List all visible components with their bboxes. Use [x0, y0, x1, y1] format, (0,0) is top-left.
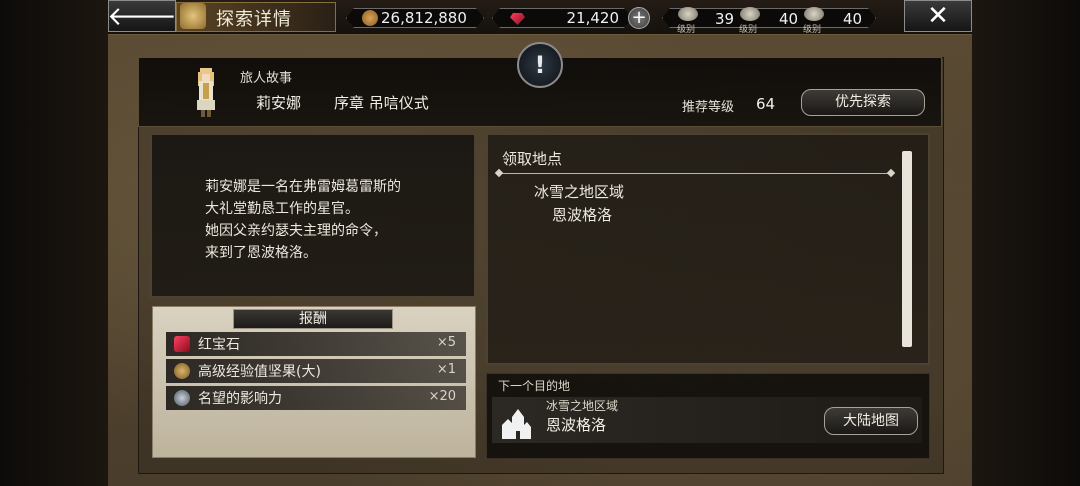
right-border: [970, 0, 1080, 486]
back-arrow-icon: 🡐: [107, 1, 177, 32]
close-icon: ✕: [927, 1, 949, 31]
reward-title: 报酬: [233, 309, 393, 329]
exp-nut-icon: [174, 363, 190, 379]
story-description: 莉安娜是一名在弗雷姆葛雷斯的 大礼堂勤恳工作的星官。 她因父亲约瑟夫主理的命令，…: [205, 179, 401, 261]
level-value: 40: [779, 10, 799, 28]
pickup-place: 恩波格洛: [552, 206, 613, 224]
level-value: 40: [843, 10, 863, 28]
reward-row: 名望的影响力 ×20: [166, 386, 466, 410]
level-value: 39: [715, 10, 735, 28]
gem-value: 21,420: [566, 9, 619, 27]
money-value: 26,812,880: [381, 9, 467, 27]
level-sub-label: 级别: [803, 25, 822, 35]
reward-label: 高级经验值坚果(大): [198, 364, 321, 380]
chapter-title: 序章 吊唁仪式: [334, 94, 429, 112]
scrollbar[interactable]: [902, 151, 912, 347]
coin-icon: [362, 10, 378, 26]
priority-explore-button[interactable]: 优先探索: [801, 89, 925, 116]
pickup-location-title: 领取地点: [502, 150, 563, 168]
continent-map-button[interactable]: 大陆地图: [824, 407, 918, 435]
story-category: 旅人故事: [240, 71, 293, 86]
character-sprite: [197, 68, 215, 117]
reward-label: 名望的影响力: [198, 391, 282, 407]
next-destination-label: 下一个目的地: [498, 379, 571, 393]
level-sub-label: 级别: [739, 25, 758, 35]
town-icon: [502, 409, 531, 439]
add-gems-button[interactable]: +: [628, 7, 650, 29]
reward-label: 红宝石: [198, 337, 240, 353]
destination-region: 冰雪之地区域: [546, 399, 619, 413]
explore-icon: [180, 3, 206, 29]
pickup-region: 冰雪之地区域: [534, 183, 625, 201]
level-sub-label: 级别: [677, 25, 696, 35]
skull-crest-icon: [678, 7, 698, 21]
recommended-level-label: 推荐等级: [682, 100, 735, 115]
character-name: 莉安娜: [256, 94, 302, 112]
reputation-icon: [174, 390, 190, 406]
alert-emblem-icon: !: [517, 42, 563, 88]
reward-row: 红宝石 ×5: [166, 332, 466, 356]
reward-count: ×5: [436, 335, 456, 350]
ruby-icon: [174, 336, 190, 352]
left-border: [0, 0, 110, 486]
star-crest-icon: [804, 7, 824, 21]
reward-count: ×1: [436, 362, 456, 377]
divider: [498, 173, 892, 174]
reward-count: ×20: [428, 389, 456, 404]
page-title: 探索详情: [216, 9, 292, 30]
close-button[interactable]: ✕: [904, 0, 972, 32]
reward-row: 高级经验值坚果(大) ×1: [166, 359, 466, 383]
back-button[interactable]: 🡐: [107, 0, 177, 32]
destination-place: 恩波格洛: [546, 416, 607, 434]
recommended-level-value: 64: [756, 95, 776, 113]
brain-crest-icon: [740, 7, 760, 21]
